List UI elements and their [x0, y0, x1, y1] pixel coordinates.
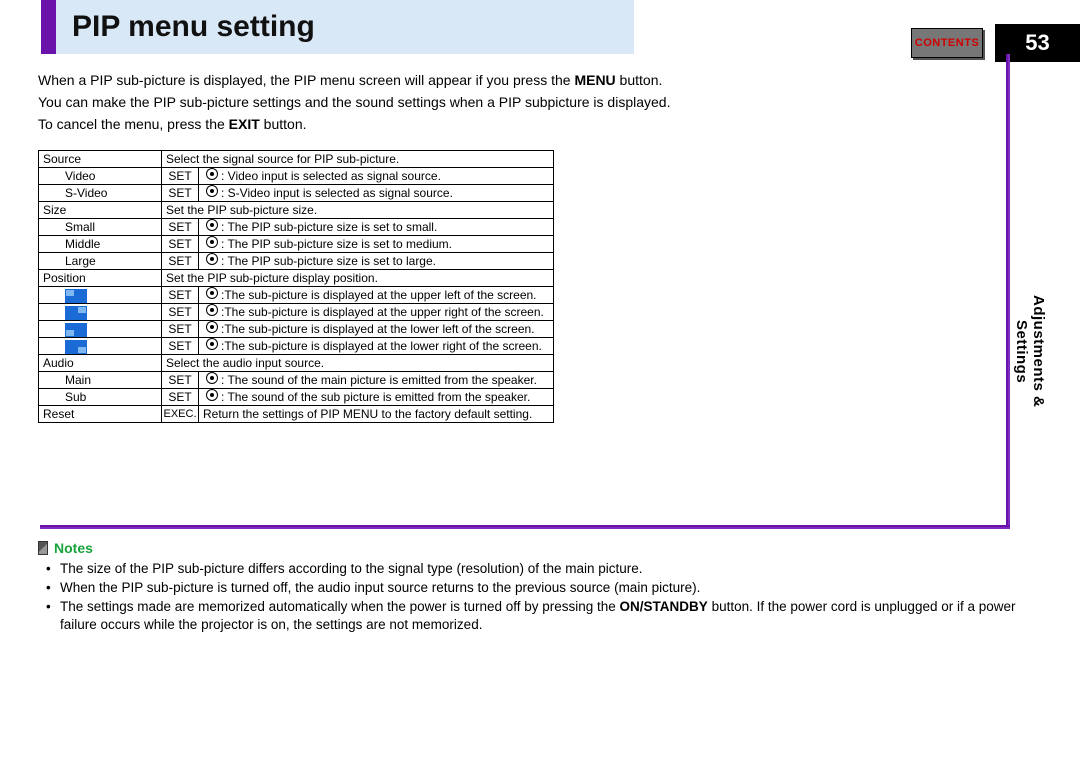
position-upper-right-icon — [61, 304, 162, 321]
cell-source-desc: Select the signal source for PIP sub-pic… — [162, 151, 554, 168]
set-dot-icon — [206, 304, 218, 316]
cell-audio-name: Audio — [39, 355, 162, 372]
row-audio-header: Audio Select the audio input source. — [39, 355, 554, 372]
position-lower-right-icon — [61, 338, 162, 355]
settings-table: Source Select the signal source for PIP … — [38, 150, 554, 423]
set-dot-icon — [206, 321, 218, 333]
cell-source-name: Source — [39, 151, 162, 168]
cell-source-video-desc: : Video input is selected as signal sour… — [199, 168, 554, 185]
cell-audio-desc: Select the audio input source. — [162, 355, 554, 372]
page-root: PIP menu setting CONTENTS 53 When a PIP … — [0, 0, 1080, 764]
intro-line2: You can make the PIP sub-picture setting… — [38, 92, 978, 112]
set-dot-icon — [206, 389, 218, 401]
page-title: PIP menu setting — [72, 10, 315, 44]
set-dot-icon — [206, 236, 218, 248]
cell-source-svideo-desc: : S-Video input is selected as signal so… — [199, 185, 554, 202]
set-dot-icon — [206, 253, 218, 265]
row-source-header: Source Select the signal source for PIP … — [39, 151, 554, 168]
cell-source-video-set: SET — [162, 168, 199, 185]
cell-source-video-label: Video — [61, 168, 162, 185]
row-position-ul: SET :The sub-picture is displayed at the… — [39, 287, 554, 304]
cell-source-svideo-set: SET — [162, 185, 199, 202]
section-border-vertical — [1006, 54, 1010, 528]
notes-header: Notes — [38, 540, 1038, 556]
cell-reset-exec: EXEC. — [162, 406, 199, 423]
row-position-ur: SET :The sub-picture is displayed at the… — [39, 304, 554, 321]
contents-label: CONTENTS — [915, 37, 980, 49]
row-size-header: Size Set the PIP sub-picture size. — [39, 202, 554, 219]
section-border-horizontal — [40, 525, 1010, 529]
notes-section: Notes The size of the PIP sub-picture di… — [38, 540, 1038, 635]
intro-line1-a: When a PIP sub-picture is displayed, the… — [38, 72, 574, 88]
cell-position-name: Position — [39, 270, 162, 287]
side-tab: Adjustments & Settings — [1018, 295, 1042, 470]
set-dot-icon — [206, 168, 218, 180]
row-size-large: Large SET : The PIP sub-picture size is … — [39, 253, 554, 270]
row-size-middle: Middle SET : The PIP sub-picture size is… — [39, 236, 554, 253]
row-audio-sub: Sub SET : The sound of the sub picture i… — [39, 389, 554, 406]
cell-reset-desc: Return the settings of PIP MENU to the f… — [199, 406, 554, 423]
row-reset: Reset EXEC. Return the settings of PIP M… — [39, 406, 554, 423]
set-dot-icon — [206, 372, 218, 384]
cell-position-desc: Set the PIP sub-picture display position… — [162, 270, 554, 287]
row-position-lr: SET :The sub-picture is displayed at the… — [39, 338, 554, 355]
set-dot-icon — [206, 338, 218, 350]
row-audio-main: Main SET : The sound of the main picture… — [39, 372, 554, 389]
notes-icon — [38, 541, 48, 555]
note-item: The size of the PIP sub-picture differs … — [50, 560, 1038, 578]
row-position-ll: SET :The sub-picture is displayed at the… — [39, 321, 554, 338]
position-lower-left-icon — [61, 321, 162, 338]
set-dot-icon — [206, 219, 218, 231]
cell-reset-name: Reset — [39, 406, 162, 423]
note-item: When the PIP sub-picture is turned off, … — [50, 579, 1038, 597]
cell-size-desc: Set the PIP sub-picture size. — [162, 202, 554, 219]
cell-size-name: Size — [39, 202, 162, 219]
intro-line3-b: button. — [260, 116, 307, 132]
title-bar: PIP menu setting — [56, 0, 634, 54]
row-source-svideo: S-Video SET : S-Video input is selected … — [39, 185, 554, 202]
set-dot-icon — [206, 287, 218, 299]
contents-button[interactable]: CONTENTS — [911, 28, 983, 58]
set-dot-icon — [206, 185, 218, 197]
side-tab-text: Adjustments & Settings — [1013, 295, 1047, 407]
row-source-video: Video SET : Video input is selected as s… — [39, 168, 554, 185]
notes-list: The size of the PIP sub-picture differs … — [38, 560, 1038, 634]
notes-title: Notes — [54, 540, 93, 556]
intro-line1-b: button. — [616, 72, 663, 88]
intro-line3-a: To cancel the menu, press the — [38, 116, 229, 132]
row-position-header: Position Set the PIP sub-picture display… — [39, 270, 554, 287]
intro-line1-bold: MENU — [574, 72, 615, 88]
note-item: The settings made are memorized automati… — [50, 598, 1038, 634]
row-size-small: Small SET : The PIP sub-picture size is … — [39, 219, 554, 236]
cell-source-svideo-label: S-Video — [61, 185, 162, 202]
intro-line3-bold: EXIT — [229, 116, 260, 132]
position-upper-left-icon — [61, 287, 162, 304]
title-accent — [41, 0, 57, 54]
intro-text: When a PIP sub-picture is displayed, the… — [38, 70, 978, 136]
page-number: 53 — [1025, 30, 1049, 56]
